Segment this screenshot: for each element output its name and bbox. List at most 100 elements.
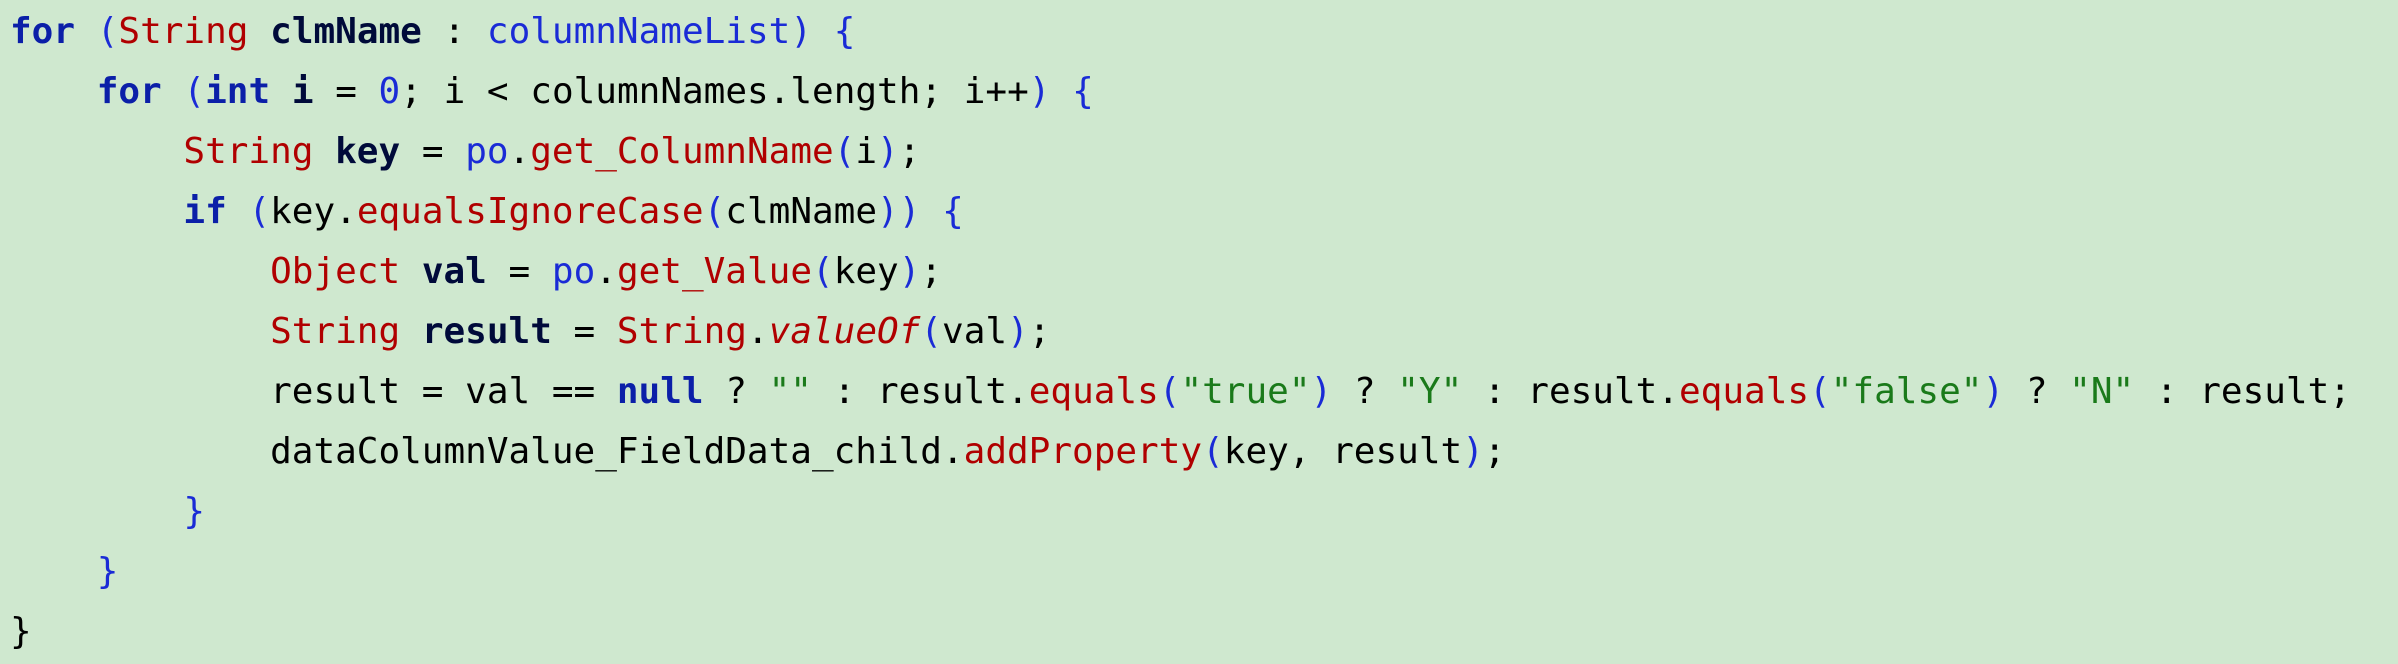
code-token: ? bbox=[703, 371, 769, 412]
code-token: String bbox=[118, 11, 249, 52]
code-token: ( bbox=[96, 11, 119, 52]
code-token: : result; bbox=[2134, 371, 2351, 412]
code-line: } bbox=[10, 602, 32, 662]
code-line: result = val == null ? "" : result.equal… bbox=[10, 362, 2351, 422]
code-token: "" bbox=[768, 371, 812, 412]
code-token: { bbox=[833, 11, 856, 52]
code-line: String key = po.get_ColumnName(i); bbox=[10, 122, 920, 182]
code-token: ? bbox=[2004, 371, 2070, 412]
code-line: Object val = po.get_Value(key); bbox=[10, 242, 942, 302]
code-token: i bbox=[855, 131, 878, 172]
code-token: . bbox=[595, 251, 617, 292]
code-token: key. bbox=[270, 191, 357, 232]
code-token: for bbox=[10, 11, 76, 52]
code-line: } bbox=[10, 542, 119, 602]
code-token: ( bbox=[183, 71, 206, 112]
code-token: key bbox=[833, 251, 899, 292]
code-token: ( bbox=[1809, 371, 1831, 412]
code-token: . bbox=[508, 131, 531, 172]
code-token: = bbox=[551, 311, 617, 352]
code-token: null bbox=[616, 371, 704, 412]
code-token: i bbox=[291, 71, 314, 112]
code-token: valueOf bbox=[768, 311, 921, 352]
code-token: { bbox=[942, 191, 964, 232]
code-token: ) bbox=[1982, 371, 2005, 412]
code-token: "false" bbox=[1830, 371, 1983, 412]
code-token: val bbox=[942, 311, 1008, 352]
code-token: for bbox=[96, 71, 162, 112]
code-token: ) bbox=[898, 251, 921, 292]
code-token: String bbox=[183, 131, 314, 172]
code-token: val bbox=[421, 251, 487, 292]
code-token: ( bbox=[703, 191, 726, 232]
code-token: ) bbox=[790, 11, 813, 52]
code-token: = bbox=[400, 131, 466, 172]
code-token: get_Value bbox=[616, 251, 813, 292]
code-token: key bbox=[335, 131, 401, 172]
code-token: key, result bbox=[1223, 431, 1463, 472]
code-token: equals bbox=[1028, 371, 1159, 412]
code-token: ) bbox=[1462, 431, 1484, 472]
code-token: ( bbox=[248, 191, 271, 232]
code-token: String bbox=[270, 311, 401, 352]
code-token: ) bbox=[1310, 371, 1333, 412]
code-token: result bbox=[421, 311, 552, 352]
code-token: equals bbox=[1679, 371, 1810, 412]
code-line: String result = String.valueOf(val); bbox=[10, 302, 1050, 362]
code-token: ; bbox=[920, 251, 943, 292]
code-token: ) bbox=[1028, 71, 1051, 112]
code-line: } bbox=[10, 482, 205, 542]
code-token: . bbox=[746, 311, 769, 352]
code-token: "N" bbox=[2069, 371, 2135, 412]
code-token: if bbox=[183, 191, 227, 232]
code-line: for (int i = 0; i < columnNames.length; … bbox=[10, 62, 1094, 122]
code-token: String bbox=[616, 311, 747, 352]
code-token: ; i < columnNames.length; i++ bbox=[400, 71, 1029, 112]
code-token: int bbox=[205, 71, 271, 112]
code-token: ; bbox=[1483, 431, 1506, 472]
code-token: 0 bbox=[378, 71, 401, 112]
code-token: clmName bbox=[270, 11, 422, 52]
code-token: ( bbox=[812, 251, 834, 292]
code-token: )) bbox=[877, 191, 921, 232]
code-token: dataColumnValue_FieldData_child. bbox=[270, 431, 964, 472]
code-token: } bbox=[10, 611, 32, 652]
code-token: = bbox=[486, 251, 552, 292]
code-token: : bbox=[421, 11, 487, 52]
code-token: { bbox=[1072, 71, 1094, 112]
code-token: ? bbox=[1332, 371, 1398, 412]
code-line: dataColumnValue_FieldData_child.addPrope… bbox=[10, 422, 1506, 482]
code-token: addProperty bbox=[963, 431, 1203, 472]
code-editor[interactable]: for (String clmName : columnNameList) { … bbox=[0, 0, 2398, 664]
code-line: for (String clmName : columnNameList) { bbox=[10, 2, 855, 62]
code-token: "Y" bbox=[1397, 371, 1463, 412]
code-token: get_ColumnName bbox=[530, 131, 834, 172]
code-token: : result. bbox=[811, 371, 1029, 412]
code-token: ( bbox=[1202, 431, 1224, 472]
code-token: ; bbox=[1028, 311, 1051, 352]
code-token: ( bbox=[1158, 371, 1181, 412]
code-token: ( bbox=[920, 311, 943, 352]
code-token: ) bbox=[1007, 311, 1029, 352]
code-token: : result. bbox=[1462, 371, 1679, 412]
code-token: po bbox=[551, 251, 596, 292]
code-token: = bbox=[313, 71, 379, 112]
code-token: result = val == bbox=[270, 371, 617, 412]
